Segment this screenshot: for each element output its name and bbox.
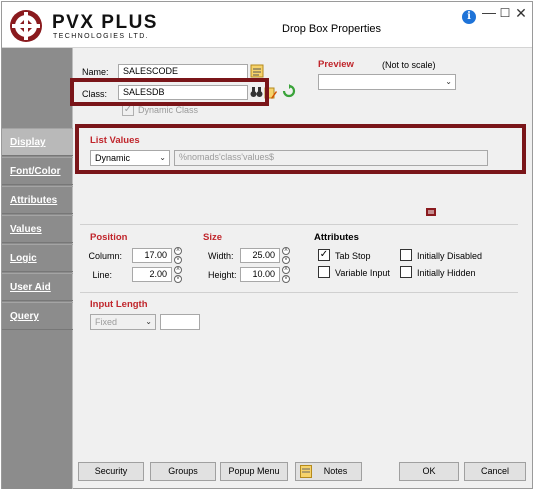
sidebar-item-values[interactable]: Values xyxy=(2,215,73,243)
width-spinner[interactable]: ˄ ˅ xyxy=(282,247,290,264)
spinner-down-icon[interactable]: ˅ xyxy=(282,256,290,264)
height-label: Height: xyxy=(208,270,237,280)
line-label: Line: xyxy=(92,270,112,280)
list-values-highlight-box xyxy=(75,124,526,174)
close-icon[interactable]: ✕ xyxy=(514,5,528,22)
position-title: Position xyxy=(90,232,128,243)
spinner-down-icon[interactable]: ˅ xyxy=(282,275,290,283)
column-label: Column: xyxy=(88,251,122,261)
width-field[interactable]: 25.00 xyxy=(240,248,280,263)
column-spinner[interactable]: ˄ ˅ xyxy=(174,247,182,264)
variable-input-label: Variable Input xyxy=(335,268,390,278)
attributes-title: Attributes xyxy=(314,232,359,243)
class-highlight-box xyxy=(70,78,269,106)
chevron-down-icon: ⌄ xyxy=(445,77,452,86)
list-values-mode-dropdown[interactable]: Dynamic ⌄ xyxy=(90,150,170,166)
spinner-down-icon[interactable]: ˅ xyxy=(174,275,182,283)
spinner-up-icon[interactable]: ˄ xyxy=(282,247,290,255)
dynamic-class-label: Dynamic Class xyxy=(138,105,199,115)
tab-stop-label: Tab Stop xyxy=(335,251,371,261)
sidebar-item-user-aid[interactable]: User Aid xyxy=(2,273,73,301)
ok-button[interactable]: OK xyxy=(399,462,459,481)
initially-hidden-label: Initially Hidden xyxy=(417,268,476,278)
input-length-field[interactable] xyxy=(160,314,200,330)
initially-disabled-checkbox[interactable] xyxy=(400,249,412,261)
maximize-icon[interactable]: ☐ xyxy=(498,6,512,20)
spinner-down-icon[interactable]: ˅ xyxy=(174,256,182,264)
input-length-mode-value: Fixed xyxy=(95,317,118,327)
initially-disabled-label: Initially Disabled xyxy=(417,251,483,261)
chevron-down-icon: ⌄ xyxy=(145,317,152,326)
divider xyxy=(80,292,518,293)
line-field[interactable]: 2.00 xyxy=(132,267,172,282)
height-field[interactable]: 10.00 xyxy=(240,267,280,282)
security-button[interactable]: Security xyxy=(78,462,144,481)
name-field[interactable]: SALESCODE xyxy=(118,64,248,79)
groups-button[interactable]: Groups xyxy=(150,462,216,481)
title-bar: PVX PLUS TECHNOLOGIES LTD. Drop Box Prop… xyxy=(2,2,532,48)
chevron-down-icon: ⌄ xyxy=(159,153,166,162)
refresh-icon[interactable] xyxy=(282,84,296,98)
divider xyxy=(80,224,518,225)
spinner-up-icon[interactable]: ˄ xyxy=(282,266,290,274)
sidebar-item-font-color[interactable]: Font/Color xyxy=(2,157,73,185)
tab-stop-checkbox[interactable]: ✓ xyxy=(318,249,330,261)
sidebar: Display Font/Color Attributes Values Log… xyxy=(2,48,73,489)
sidebar-item-display[interactable]: Display xyxy=(2,128,73,156)
logo-subtitle: TECHNOLOGIES LTD. xyxy=(53,33,150,40)
cancel-button[interactable]: Cancel xyxy=(464,462,526,481)
list-lookup-icon[interactable] xyxy=(250,64,264,78)
width-label: Width: xyxy=(208,251,234,261)
preview-note: (Not to scale) xyxy=(382,60,436,70)
preview-dropdown[interactable]: ⌄ xyxy=(318,74,456,90)
minimize-icon[interactable]: — xyxy=(482,4,496,20)
spinner-up-icon[interactable]: ˄ xyxy=(174,247,182,255)
dialog-window: PVX PLUS TECHNOLOGIES LTD. Drop Box Prop… xyxy=(1,1,533,489)
size-title: Size xyxy=(203,232,223,243)
pvx-logo-icon xyxy=(10,10,42,42)
sidebar-item-attributes[interactable]: Attributes xyxy=(2,186,73,214)
notes-icon xyxy=(300,465,312,478)
name-label: Name: xyxy=(82,67,109,77)
logo-text: PVX PLUS xyxy=(52,12,158,33)
input-length-title: Input Length xyxy=(90,299,148,310)
list-values-expression-field[interactable]: %nomads'class'values$ xyxy=(174,150,488,166)
help-icon[interactable]: i xyxy=(462,10,476,24)
properties-icon[interactable] xyxy=(426,208,436,216)
sidebar-item-query[interactable]: Query xyxy=(2,302,73,330)
line-spinner[interactable]: ˄ ˅ xyxy=(174,266,182,283)
height-spinner[interactable]: ˄ ˅ xyxy=(282,266,290,283)
spinner-up-icon[interactable]: ˄ xyxy=(174,266,182,274)
variable-input-checkbox[interactable] xyxy=(318,266,330,278)
sidebar-item-logic[interactable]: Logic xyxy=(2,244,73,272)
notes-button-label: Notes xyxy=(323,466,348,476)
window-title: Drop Box Properties xyxy=(282,23,382,35)
initially-hidden-checkbox[interactable] xyxy=(400,266,412,278)
input-length-mode-dropdown[interactable]: Fixed ⌄ xyxy=(90,314,156,330)
popup-menu-button[interactable]: Popup Menu xyxy=(220,462,288,481)
column-field[interactable]: 17.00 xyxy=(132,248,172,263)
main-panel: Name: SALESCODE Class: SALESDB ✓ Dynamic… xyxy=(70,48,532,489)
notes-button[interactable]: Notes xyxy=(295,462,362,481)
list-values-mode-value: Dynamic xyxy=(95,153,131,163)
list-values-title: List Values xyxy=(90,135,140,146)
preview-title: Preview xyxy=(318,59,354,70)
